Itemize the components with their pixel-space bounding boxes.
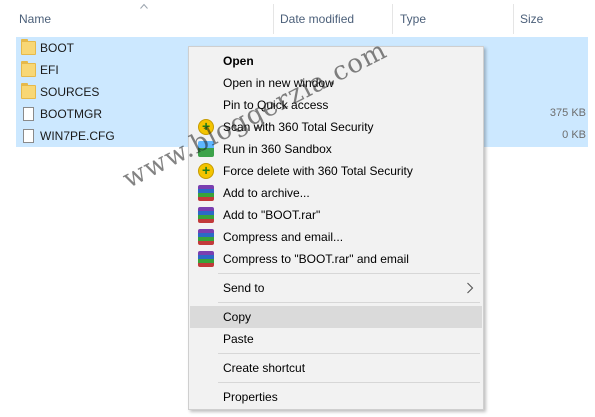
chevron-right-icon xyxy=(467,282,474,294)
security-360-icon xyxy=(198,118,214,135)
menu-item-label: Compress to "BOOT.rar" and email xyxy=(223,252,409,266)
column-header-type[interactable]: Type xyxy=(400,12,426,26)
menu-item-label: Open in new window xyxy=(223,76,334,90)
menu-item-label: Send to xyxy=(223,281,265,295)
menu-item-label: Run in 360 Sandbox xyxy=(223,142,332,156)
menu-item-label: Pin to Quick access xyxy=(223,98,329,112)
menu-item-add-archive[interactable]: Add to archive... xyxy=(190,182,482,204)
folder-icon xyxy=(21,83,36,99)
file-name: EFI xyxy=(40,63,59,77)
winrar-icon xyxy=(198,185,214,201)
menu-item-label: Properties xyxy=(223,390,278,404)
file-size: 0 KB xyxy=(562,129,586,141)
menu-item-add-boot-rar[interactable]: Add to "BOOT.rar" xyxy=(190,204,482,226)
menu-item-scan-360[interactable]: Scan with 360 Total Security xyxy=(190,116,482,138)
column-divider[interactable] xyxy=(273,4,274,34)
menu-item-open-new-window[interactable]: Open in new window xyxy=(190,72,482,94)
column-header-date-modified[interactable]: Date modified xyxy=(280,12,354,26)
column-header-bar: Name Date modified Type Size xyxy=(0,0,595,38)
menu-item-force-delete[interactable]: Force delete with 360 Total Security xyxy=(190,160,482,182)
security-360-icon xyxy=(198,162,214,179)
menu-item-compress-email[interactable]: Compress and email... xyxy=(190,226,482,248)
menu-item-label: Add to archive... xyxy=(223,186,310,200)
folder-icon xyxy=(21,39,36,55)
menu-item-pin-quick-access[interactable]: Pin to Quick access xyxy=(190,94,482,116)
menu-separator xyxy=(218,302,480,303)
folder-icon xyxy=(21,61,36,77)
menu-item-label: Copy xyxy=(223,310,252,324)
menu-item-open[interactable]: Open xyxy=(190,50,482,72)
menu-separator xyxy=(218,273,480,274)
context-menu: Open Open in new window Pin to Quick acc… xyxy=(188,46,484,410)
file-icon xyxy=(23,129,34,143)
column-header-name[interactable]: Name xyxy=(19,12,51,26)
sort-ascending-icon xyxy=(140,3,148,9)
menu-item-copy[interactable]: Copy xyxy=(190,306,482,328)
winrar-icon xyxy=(198,229,214,245)
menu-item-label: Create shortcut xyxy=(223,361,306,375)
menu-item-compress-boot-email[interactable]: Compress to "BOOT.rar" and email xyxy=(190,248,482,270)
menu-separator xyxy=(218,353,480,354)
menu-item-run-sandbox[interactable]: Run in 360 Sandbox xyxy=(190,138,482,160)
menu-item-send-to[interactable]: Send to xyxy=(190,277,482,299)
file-size: 375 KB xyxy=(549,107,586,119)
menu-item-label: Open xyxy=(223,54,254,68)
menu-item-label: Force delete with 360 Total Security xyxy=(223,164,413,178)
column-divider[interactable] xyxy=(392,4,393,34)
menu-item-label: Paste xyxy=(223,332,254,346)
column-header-size[interactable]: Size xyxy=(520,12,543,26)
file-icon xyxy=(23,107,34,121)
winrar-icon xyxy=(198,207,214,223)
menu-item-paste[interactable]: Paste xyxy=(190,328,482,350)
file-name: BOOT xyxy=(40,41,75,55)
menu-item-label: Scan with 360 Total Security xyxy=(223,120,374,134)
menu-item-properties[interactable]: Properties xyxy=(190,386,482,408)
menu-item-label: Compress and email... xyxy=(223,230,344,244)
file-name: SOURCES xyxy=(40,85,100,99)
column-divider[interactable] xyxy=(513,4,514,34)
sandbox-icon xyxy=(198,141,214,157)
menu-separator xyxy=(218,382,480,383)
menu-item-label: Add to "BOOT.rar" xyxy=(223,208,321,222)
file-name: BOOTMGR xyxy=(40,107,102,121)
menu-item-create-shortcut[interactable]: Create shortcut xyxy=(190,357,482,379)
winrar-icon xyxy=(198,251,214,267)
file-name: WIN7PE.CFG xyxy=(40,129,115,143)
